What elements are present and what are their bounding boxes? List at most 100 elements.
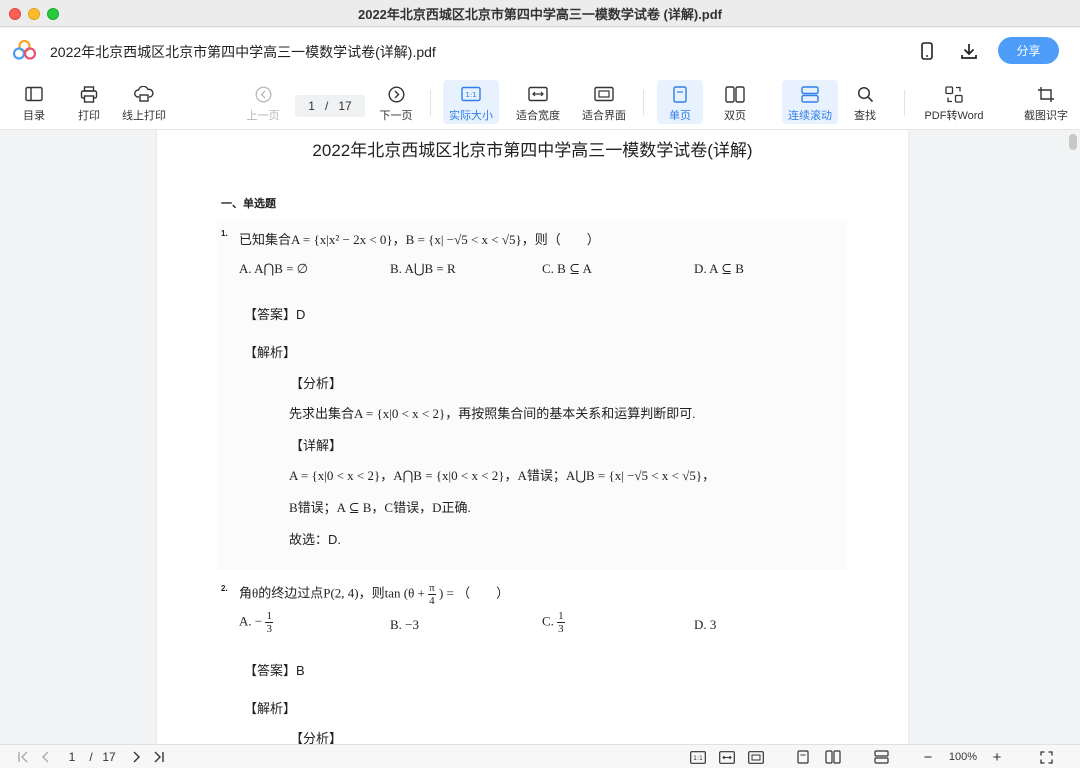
chevron-right-circle-icon [386, 84, 406, 104]
minimize-window-button[interactable] [28, 8, 40, 20]
crop-icon [1036, 84, 1056, 104]
zoom-out-button[interactable]: − [920, 749, 936, 766]
actual-size-button[interactable]: 1:1 实际大小 [443, 80, 499, 124]
fenxi-heading: 【分析】 [290, 376, 343, 391]
download-icon[interactable] [957, 39, 981, 63]
app-logo-icon [13, 40, 36, 60]
fit-width-button[interactable]: 适合宽度 [512, 80, 564, 124]
option-label: A. − [239, 613, 263, 629]
fit-width-icon [528, 84, 548, 104]
close-window-button[interactable] [9, 8, 21, 20]
option-d: D. A ⊆ B [694, 261, 744, 276]
actual-size-label: 实际大小 [449, 110, 493, 122]
pdf-to-word-label: PDF转Word [924, 110, 984, 122]
page-separator: / [324, 99, 329, 113]
maximize-window-button[interactable] [47, 8, 59, 20]
next-page-label: 下一页 [379, 110, 413, 122]
continuous-scroll-label: 连续滚动 [788, 110, 832, 122]
denominator: 3 [558, 623, 564, 635]
single-page-label: 单页 [669, 110, 691, 122]
fit-width-icon[interactable] [718, 749, 736, 765]
document-viewport[interactable]: 2022年北京西城区北京市第四中学高三一模数学试卷(详解) 一、单选题 1. 已… [0, 130, 1080, 744]
denominator: 3 [266, 623, 272, 635]
online-print-label: 线上打印 [122, 110, 166, 122]
option-c: C. B ⊆ A [542, 261, 592, 276]
double-page-label: 双页 [724, 110, 746, 122]
single-page-icon [670, 84, 690, 104]
detail-heading: 【详解】 [290, 438, 343, 453]
svg-text:1:1: 1:1 [465, 91, 476, 99]
first-page-icon[interactable] [15, 749, 31, 765]
zoom-level[interactable]: 100% [944, 749, 982, 765]
question-block-background [217, 220, 847, 570]
stem-text: 角θ的终边过点P(2, 4)，则tan (θ + [239, 585, 425, 601]
toc-button[interactable]: 目录 [14, 80, 54, 124]
fullscreen-icon[interactable] [1038, 749, 1054, 765]
phone-icon[interactable] [915, 39, 939, 63]
find-button[interactable]: 查找 [845, 80, 885, 124]
fit-page-button[interactable]: 适合界面 [578, 80, 630, 124]
prev-page-label: 上一页 [246, 110, 280, 122]
svg-text:1:1: 1:1 [693, 755, 703, 762]
single-page-icon[interactable] [795, 749, 811, 765]
page-number-input[interactable]: 1 / 17 [295, 95, 365, 117]
ocr-screenshot-button[interactable]: 截图识字 [1018, 80, 1074, 124]
fit-page-label: 适合界面 [582, 110, 626, 122]
prev-page-button[interactable]: 上一页 [243, 80, 283, 124]
answer-label: 【答案】B [244, 663, 305, 678]
next-page-icon[interactable] [129, 749, 143, 765]
section-heading: 一、单选题 [221, 198, 276, 210]
convert-icon [944, 84, 964, 104]
double-page-icon[interactable] [824, 749, 842, 765]
pdf-page: 2022年北京西城区北京市第四中学高三一模数学试卷(详解) 一、单选题 1. 已… [157, 130, 908, 744]
continuous-scroll-button[interactable]: 连续滚动 [782, 80, 838, 124]
window-titlebar: 2022年北京西城区北京市第四中学高三一模数学试卷 (详解).pdf [0, 0, 1080, 27]
fraction: π4 [428, 582, 436, 607]
status-total-pages: 17 [102, 750, 116, 764]
option-c: C. 13 [542, 610, 565, 635]
detail-text-line: B错误；A ⊆ B，C错误，D正确. [289, 500, 471, 515]
printer-icon [79, 84, 99, 104]
share-button[interactable]: 分享 [998, 37, 1059, 64]
vertical-scrollbar[interactable] [1069, 134, 1077, 150]
document-title: 2022年北京西城区北京市第四中学高三一模数学试卷(详解).pdf [50, 44, 436, 60]
status-current-page[interactable]: 1 [64, 749, 80, 765]
option-label: C. [542, 613, 554, 629]
question-stem: 已知集合A = {x|x² − 2x < 0}，B = {x| −√5 < x … [239, 232, 600, 247]
analysis-heading: 【解析】 [244, 701, 297, 716]
pdf-to-word-button[interactable]: PDF转Word [920, 80, 988, 124]
page-heading: 2022年北京西城区北京市第四中学高三一模数学试卷(详解) [312, 141, 753, 160]
online-print-button[interactable]: 线上打印 [118, 80, 170, 124]
actual-size-icon: 1:1 [461, 84, 481, 104]
fraction: 13 [265, 610, 273, 635]
detail-text-line: A = {x|0 < x < 2}，A⋂B = {x|0 < x < 2}，A错… [289, 468, 716, 483]
denominator: 4 [429, 595, 435, 607]
fenxi-heading: 【分析】 [290, 731, 343, 744]
print-label: 打印 [78, 110, 100, 122]
prev-page-icon[interactable] [39, 749, 53, 765]
fit-page-icon[interactable] [747, 749, 765, 765]
toolbar-divider [904, 90, 905, 116]
current-page: 1 [308, 99, 315, 113]
fit-width-label: 适合宽度 [516, 110, 560, 122]
single-page-button[interactable]: 单页 [657, 80, 703, 124]
cloud-print-icon [134, 84, 154, 104]
last-page-icon[interactable] [151, 749, 167, 765]
actual-size-icon[interactable]: 1:1 [689, 749, 707, 765]
next-page-button[interactable]: 下一页 [376, 80, 416, 124]
search-icon [855, 84, 875, 104]
app-header: 2022年北京西城区北京市第四中学高三一模数学试卷(详解).pdf 分享 [0, 28, 1080, 74]
numerator: 1 [557, 610, 565, 623]
ocr-label: 截图识字 [1024, 110, 1068, 122]
option-a: A. A⋂B = ∅ [239, 261, 309, 276]
print-button[interactable]: 打印 [69, 80, 109, 124]
double-page-button[interactable]: 双页 [712, 80, 758, 124]
toc-label: 目录 [23, 110, 45, 122]
toolbar-divider [430, 90, 431, 116]
zoom-in-button[interactable]: + [989, 749, 1005, 766]
total-pages: 17 [338, 99, 352, 113]
continuous-scroll-icon[interactable] [872, 749, 890, 765]
option-d: D. 3 [694, 617, 717, 632]
continuous-scroll-icon [800, 84, 820, 104]
numerator: 1 [265, 610, 273, 623]
